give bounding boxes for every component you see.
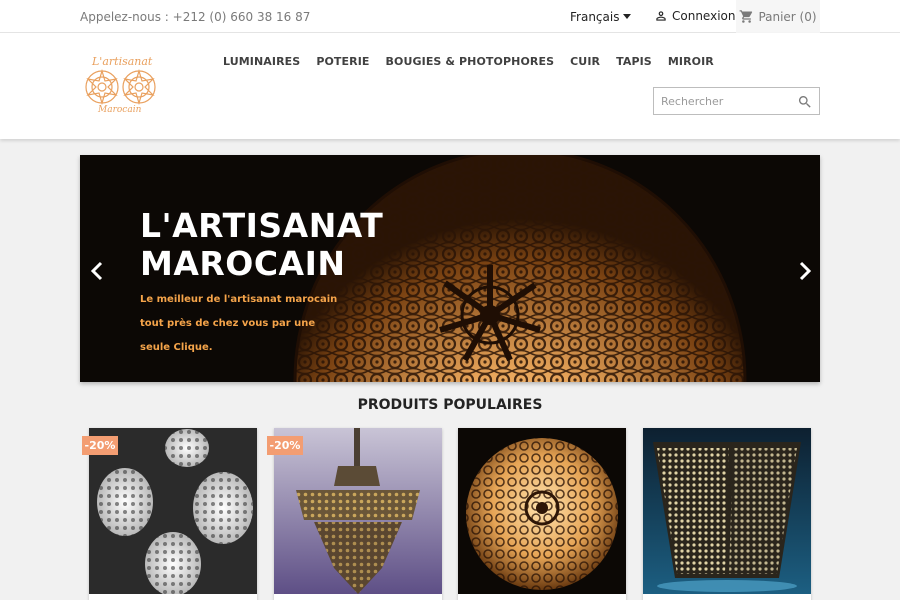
search-input[interactable] (654, 88, 794, 114)
hero-subtitle: Le meilleur de l'artisanat marocain tout… (140, 294, 338, 353)
shopping-cart-icon (740, 10, 753, 23)
login-label: Connexion (672, 9, 736, 23)
main-nav: LUMINAIRES POTERIE BOUGIES & PHOTOPHORES… (223, 55, 714, 68)
product-card[interactable] (643, 428, 811, 600)
language-label: Français (570, 10, 620, 24)
logo-text-bottom: Marocain (98, 105, 142, 115)
hero-slider[interactable]: L'ARTISANAT MAROCAIN Le meilleur de l'ar… (80, 155, 820, 382)
nav-item-miroir[interactable]: MIROIR (668, 55, 714, 68)
caret-down-icon (623, 14, 632, 19)
language-selector[interactable]: Français (570, 10, 632, 24)
nav-item-bougies[interactable]: BOUGIES & PHOTOPHORES (386, 55, 555, 68)
nav-item-cuir[interactable]: CUIR (570, 55, 600, 68)
logo-rosette-icon (85, 68, 156, 106)
product-card[interactable] (458, 428, 626, 600)
chevron-right-icon[interactable] (794, 260, 814, 282)
search-icon[interactable] (797, 94, 813, 110)
discount-badge: -20% (267, 436, 303, 455)
hero-title: L'ARTISANAT MAROCAIN (140, 206, 384, 283)
product-image (643, 428, 811, 594)
user-icon (656, 11, 666, 21)
search-box (653, 87, 820, 115)
site-header: L'artisanat Marocain LUMINAIRES POTERIE … (0, 33, 900, 139)
product-image (458, 428, 626, 594)
nav-item-tapis[interactable]: TAPIS (616, 55, 652, 68)
cart-label: Panier (0) (758, 9, 817, 24)
phone-number: Appelez-nous : +212 (0) 660 38 16 87 (80, 10, 311, 24)
top-bar: Appelez-nous : +212 (0) 660 38 16 87 Fra… (0, 0, 900, 33)
site-logo[interactable]: L'artisanat Marocain (82, 53, 160, 119)
cart-button[interactable]: Panier (0) (736, 0, 820, 33)
discount-badge: -20% (82, 436, 118, 455)
nav-item-luminaires[interactable]: LUMINAIRES (223, 55, 300, 68)
login-link[interactable]: Connexion (654, 9, 736, 23)
chevron-left-icon[interactable] (88, 260, 108, 282)
nav-item-poterie[interactable]: POTERIE (316, 55, 369, 68)
section-title-popular: PRODUITS POPULAIRES (357, 397, 543, 413)
